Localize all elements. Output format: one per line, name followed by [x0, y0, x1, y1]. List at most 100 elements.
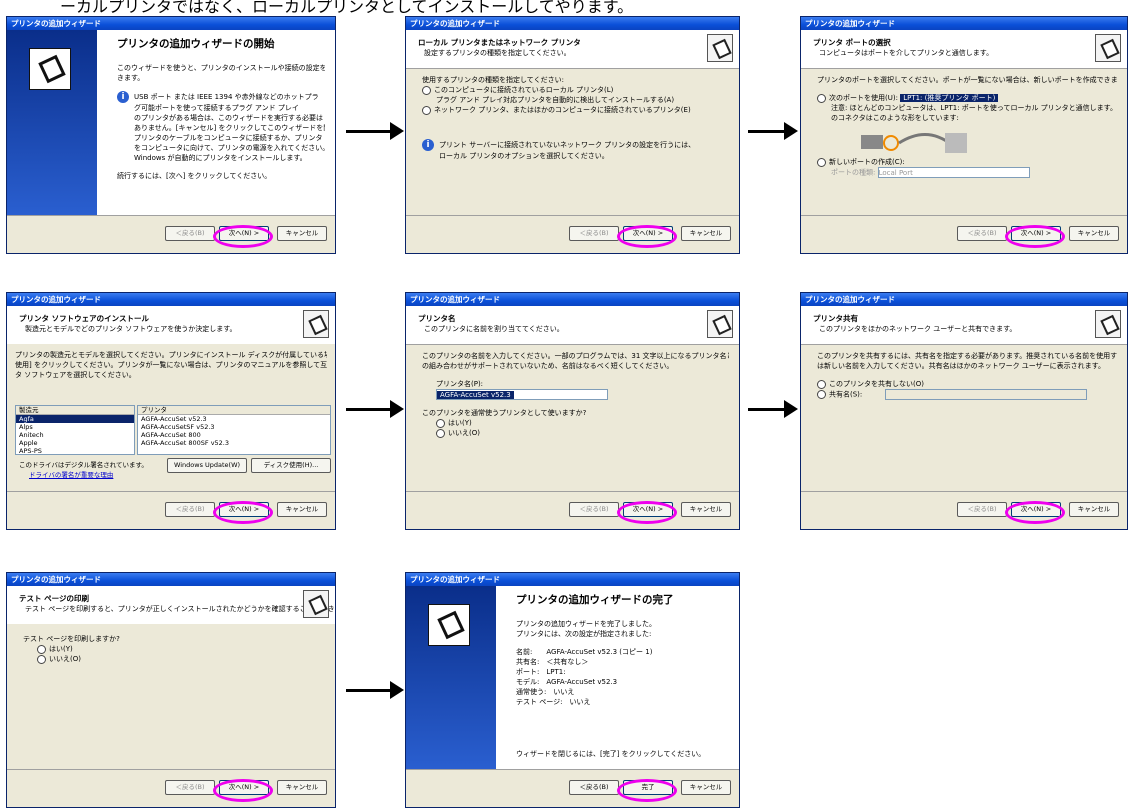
signed-text: このドライバはデジタル署名されています。 [19, 461, 148, 469]
arrow-right [748, 122, 798, 140]
default-yes-radio[interactable]: はい(Y) [422, 418, 729, 428]
list-item[interactable]: AGFA-AccuSet 800 [138, 431, 330, 439]
text-line: 使用] をクリックしてください。プリンタが一覧にない場合は、プリンタのマニュアル… [15, 361, 327, 369]
back-button[interactable]: ＜戻る(B) [165, 502, 215, 517]
highlight-circle [617, 779, 677, 802]
header-title: プリンタ共有 [813, 314, 858, 323]
list-item[interactable]: APS-PS [16, 447, 134, 454]
wizard-header: プリンタ ソフトウェアのインストール 製造元とモデルでどのプリンタ ソフトウェアを… [7, 306, 335, 345]
cancel-button[interactable]: キャンセル [277, 780, 327, 795]
windows-update-button[interactable]: Windows Update(W) [167, 458, 247, 473]
list-item[interactable]: Anitech [16, 431, 134, 439]
share-name-radio[interactable]: 共有名(S): [817, 389, 1117, 400]
list-header: 製造元 [16, 406, 134, 415]
wizard-header: プリンタ ポートの選択 コンピュータはポートを介してプリンタと通信します。 [801, 30, 1127, 69]
list-item[interactable]: AGFA-AccuSetSF v52.3 [138, 423, 330, 431]
summary-line: ポート: LPT1: [516, 668, 566, 676]
info-icon: i [422, 139, 434, 151]
driver-signing-link[interactable]: ドライバの署名が重要な理由 [29, 469, 113, 479]
wizard-local-network-window: プリンタの追加ウィザード ローカル プリンタまたはネットワーク プリンタ 設定する… [405, 16, 740, 254]
wizard-sidebar [406, 586, 496, 770]
cancel-button[interactable]: キャンセル [681, 780, 731, 795]
text-line: i USB ポート または IEEE 1394 や赤外線などのホットプラ [117, 91, 325, 103]
button-bar: ＜戻る(B) 完了 キャンセル [406, 769, 739, 807]
test-yes-radio[interactable]: はい(Y) [23, 644, 319, 654]
button-bar: ＜戻る(B) 次へ(N) > キャンセル [801, 215, 1127, 253]
header-title: プリンタ ポートの選択 [813, 38, 891, 47]
list-item[interactable]: Apple [16, 439, 134, 447]
text-line: このプリンタを共有するには、共有名を指定する必要があります。推奨されている名前を… [817, 352, 1117, 360]
title-bar: プリンタの追加ウィザード [7, 573, 335, 586]
arrow-right [346, 681, 404, 699]
printer-icon [707, 34, 733, 62]
arrow-right [346, 122, 404, 140]
cancel-button[interactable]: キャンセル [1069, 226, 1119, 241]
cancel-button[interactable]: キャンセル [277, 502, 327, 517]
wizard-header: プリンタ共有 このプリンタをほかのネットワーク ユーザーと共有できます。 [801, 306, 1127, 345]
printer-name-input[interactable]: AGFA-AccuSet v52.3 [436, 389, 608, 400]
text-line: プリンタの製造元とモデルを選択してください。プリンタにインストール ディスクが付… [15, 351, 327, 359]
manufacturer-list[interactable]: 製造元 Agfa Alps Anitech Apple APS-PS [15, 405, 135, 455]
header-subtitle: 製造元とモデルでどのプリンタ ソフトウェアを使うか決定します。 [25, 325, 237, 333]
wizard-complete-window: プリンタの追加ウィザード プリンタの追加ウィザードの完了 プリンタの追加ウィザー… [405, 572, 740, 808]
list-item[interactable]: AGFA-AccuSet v52.3 [138, 415, 330, 423]
port-connector-image [817, 123, 1117, 157]
have-disk-button[interactable]: ディスク使用(H)... [251, 458, 331, 473]
wizard-header: ローカル プリンタまたはネットワーク プリンタ 設定するプリンタの種類を指定してく… [406, 30, 739, 69]
back-button[interactable]: ＜戻る(B) [957, 502, 1007, 517]
text-line: ローカル プリンタのオプションを選択してください。 [439, 152, 609, 160]
wizard-content: テスト ページを印刷しますか? はい(Y) いいえ(O) [7, 624, 335, 770]
port-type-select[interactable]: Local Port [877, 167, 1030, 178]
list-item[interactable]: Agfa [16, 415, 134, 423]
highlight-circle [213, 501, 273, 524]
use-port-radio[interactable]: 次のポートを使用(U): LPT1: (推奨プリンタ ポート) [817, 93, 1117, 103]
back-button[interactable]: ＜戻る(B) [165, 780, 215, 795]
default-no-radio[interactable]: いいえ(O) [422, 428, 729, 438]
list-item[interactable]: Alps [16, 423, 134, 431]
port-select[interactable]: LPT1: (推奨プリンタ ポート) [900, 94, 999, 102]
share-name-input[interactable] [884, 389, 1087, 400]
text-line: プリンタには、次の設定が指定されました: [516, 630, 652, 638]
button-bar: ＜戻る(B) 次へ(N) > キャンセル [7, 491, 335, 529]
text-line: プリンタの追加ウィザードを完了しました。 [516, 620, 656, 628]
printer-list[interactable]: プリンタ AGFA-AccuSet v52.3 AGFA-AccuSetSF v… [137, 405, 331, 455]
title-bar: プリンタの追加ウィザード [406, 573, 739, 586]
back-button[interactable]: ＜戻る(B) [569, 226, 619, 241]
test-no-radio[interactable]: いいえ(O) [23, 654, 319, 664]
back-button[interactable]: ＜戻る(B) [569, 502, 619, 517]
info-icon: i [117, 91, 129, 103]
back-button[interactable]: ＜戻る(B) [569, 780, 619, 795]
wizard-content: 使用するプリンタの種類を指定してください: このコンピュータに接続されているロー… [422, 75, 729, 161]
network-printer-radio[interactable]: ネットワーク プリンタ、またはほかのコンピュータに接続されているプリンタ(E) [422, 105, 729, 115]
text-line: の組み合わせがサポートされていないため、名前はなるべく短くしてください。 [422, 362, 674, 370]
cancel-button[interactable]: キャンセル [1069, 502, 1119, 517]
list-item[interactable]: AGFA-AccuSet 800SF v52.3 [138, 439, 330, 447]
title-bar: プリンタの追加ウィザード [801, 17, 1127, 30]
arrow-right [748, 400, 798, 418]
cancel-button[interactable]: キャンセル [681, 226, 731, 241]
list-header: プリンタ [138, 406, 330, 415]
title-bar: プリンタの追加ウィザード [7, 293, 335, 306]
wizard-printer-name-window: プリンタの追加ウィザード プリンタ名 このプリンタに名前を割り当ててください。 こ… [405, 292, 740, 530]
title-bar: プリンタの追加ウィザード [406, 17, 739, 30]
button-bar: ＜戻る(B) 次へ(N) > キャンセル [406, 491, 739, 529]
text-line: のコネクタはこのような形をしています: [831, 114, 959, 122]
pnp-checkbox[interactable]: プラグ アンド プレイ対応プリンタを自動的に検出してインストールする(A) [422, 95, 729, 105]
local-printer-radio[interactable]: このコンピュータに接続されているローカル プリンタ(L) [422, 85, 729, 95]
header-subtitle: このプリンタに名前を割り当ててください。 [424, 325, 564, 333]
text-line: 注意: ほとんどのコンピュータは、LPT1: ポートを使ってローカル プリンタと… [831, 104, 1117, 112]
cancel-button[interactable]: キャンセル [681, 502, 731, 517]
create-port-radio[interactable]: 新しいポートの作成(C): [817, 157, 1117, 167]
cancel-button[interactable]: キャンセル [277, 226, 327, 241]
wizard-content: プリンタのポートを選択してください。ポートが一覧にない場合は、新しいポートを作成… [817, 75, 1117, 178]
printer-icon [303, 590, 329, 618]
no-share-radio[interactable]: このプリンタを共有しない(O) [817, 379, 1117, 389]
text-line: i プリント サーバーに接続されていないネットワーク プリンタの設定を行うには、 [422, 139, 729, 151]
back-button[interactable]: ＜戻る(B) [165, 226, 215, 241]
text-line: ありません。[キャンセル] をクリックしてこのウィザードを閉じ、 [134, 124, 325, 132]
wizard-sharing-window: プリンタの追加ウィザード プリンタ共有 このプリンタをほかのネットワーク ユーザー… [800, 292, 1128, 530]
port-type-row: ポートの種類: Local Port [817, 167, 1117, 178]
back-button[interactable]: ＜戻る(B) [957, 226, 1007, 241]
highlight-circle [617, 225, 677, 248]
printer-icon [1095, 34, 1121, 62]
